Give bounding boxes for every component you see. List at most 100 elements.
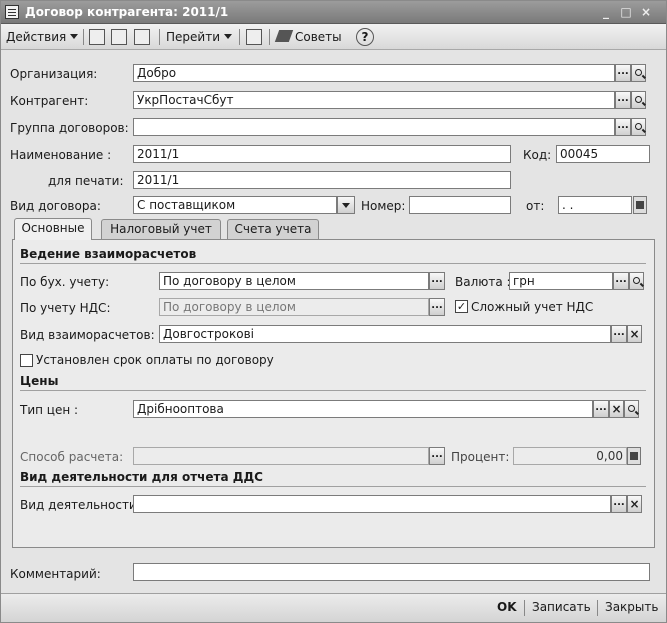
calculator-icon[interactable] <box>627 447 641 465</box>
list-icon[interactable] <box>246 29 262 45</box>
price-type-open-button[interactable] <box>624 400 639 418</box>
accounting-select-button[interactable]: ... <box>429 272 445 290</box>
org-open-button[interactable] <box>631 64 646 82</box>
settlements-section-title: Ведение взаиморасчетов <box>20 247 197 261</box>
footer-separator <box>597 600 598 616</box>
print-preview-icon[interactable] <box>134 29 150 45</box>
toolbar-separator <box>239 29 240 45</box>
window-title: Договор контрагента: 2011/1 <box>25 5 229 19</box>
goto-menu[interactable]: Перейти <box>166 28 232 46</box>
org-select-button[interactable]: ... <box>615 64 631 82</box>
title-bar: Договор контрагента: 2011/1 _ □ × <box>1 1 666 24</box>
settlement-kind-label: Вид взаиморасчетов: <box>20 328 155 342</box>
prices-section-title: Цены <box>20 374 59 388</box>
help-icon[interactable]: ? <box>356 28 374 46</box>
tab-main[interactable]: Основные <box>14 218 92 240</box>
contractor-label: Контрагент: <box>10 94 89 108</box>
footer-separator <box>524 600 525 616</box>
search-icon <box>635 69 642 76</box>
toolbar-separator <box>159 29 160 45</box>
currency-open-button[interactable] <box>629 272 644 290</box>
complex-vat-label: Сложный учет НДС <box>471 300 594 314</box>
number-field[interactable] <box>409 196 511 214</box>
settlement-kind-field[interactable]: Довгострокові <box>159 325 611 343</box>
group-open-button[interactable] <box>631 118 646 136</box>
actions-menu[interactable]: Действия <box>6 28 79 46</box>
calendar-icon[interactable] <box>633 196 647 214</box>
actions-label: Действия <box>6 30 67 44</box>
group-select-button[interactable]: ... <box>615 118 631 136</box>
search-icon <box>635 123 642 130</box>
code-label: Код: <box>523 148 552 162</box>
calc-method-select-button[interactable]: ... <box>429 447 445 465</box>
tips-button[interactable]: Советы <box>274 28 342 46</box>
complex-vat-checkbox[interactable]: ✓ <box>455 300 468 313</box>
accounting-label: По бух. учету: <box>20 275 110 289</box>
maximize-button[interactable]: □ <box>618 5 634 19</box>
refresh-icon[interactable] <box>111 29 127 45</box>
activity-field[interactable] <box>133 495 611 513</box>
comment-field[interactable] <box>133 563 650 581</box>
activity-label: Вид деятельности: <box>20 498 141 512</box>
activity-clear-button[interactable]: × <box>627 495 642 513</box>
contractor-select-button[interactable]: ... <box>615 91 631 109</box>
toolbar: Действия Перейти Советы ? <box>1 24 666 50</box>
settlement-kind-clear-button[interactable]: × <box>627 325 642 343</box>
close-window-button[interactable]: × <box>638 5 654 19</box>
price-type-select-button[interactable]: ... <box>593 400 609 418</box>
tips-label: Советы <box>295 30 342 44</box>
settlement-kind-select-button[interactable]: ... <box>611 325 627 343</box>
search-icon <box>635 96 642 103</box>
number-label: Номер: <box>361 199 406 213</box>
payment-term-label: Установлен срок оплаты по договору <box>36 353 274 367</box>
tab-accounts[interactable]: Счета учета <box>227 219 319 239</box>
contractor-open-button[interactable] <box>631 91 646 109</box>
contract-kind-select[interactable]: С поставщиком <box>133 196 337 214</box>
section-divider <box>20 263 646 264</box>
chevron-down-icon <box>223 34 232 39</box>
chevron-down-icon <box>70 34 79 39</box>
close-icon: × <box>629 497 640 511</box>
name-label: Наименование : <box>10 148 112 162</box>
currency-field[interactable]: грн <box>509 272 613 290</box>
price-type-label: Тип цен : <box>20 403 79 417</box>
calc-method-label: Способ расчета: <box>20 450 124 464</box>
minimize-button[interactable]: _ <box>598 5 614 19</box>
toolbar-separator <box>269 29 270 45</box>
percent-field[interactable]: 0,00 <box>513 447 627 465</box>
save-button[interactable]: Записать <box>532 600 591 614</box>
code-field[interactable]: 00045 <box>556 145 650 163</box>
group-field[interactable] <box>133 118 615 136</box>
close-button[interactable]: Закрыть <box>605 600 658 614</box>
tab-tax[interactable]: Налоговый учет <box>101 219 221 239</box>
vat-select-button[interactable]: ... <box>429 298 445 316</box>
save-close-icon[interactable] <box>89 29 105 45</box>
contractor-field[interactable]: УкрПостачСбут <box>133 91 615 109</box>
activity-select-button[interactable]: ... <box>611 495 627 513</box>
contract-kind-dropdown[interactable] <box>337 196 355 214</box>
contract-window: Договор контрагента: 2011/1 _ □ × Действ… <box>0 0 667 623</box>
org-field[interactable]: Добро <box>133 64 615 82</box>
vat-field[interactable]: По договору в целом <box>159 298 429 316</box>
dds-section-title: Вид деятельности для отчета ДДС <box>20 470 263 484</box>
price-type-clear-button[interactable]: × <box>609 400 624 418</box>
price-type-field[interactable]: Дрібнооптова <box>133 400 593 418</box>
close-icon: × <box>629 327 640 341</box>
close-icon: × <box>611 402 622 416</box>
org-label: Организация: <box>10 67 98 81</box>
footer-bar: OK Записать Закрыть <box>1 593 666 622</box>
print-name-field[interactable]: 2011/1 <box>133 171 511 189</box>
section-divider <box>20 486 646 487</box>
calc-method-field[interactable] <box>133 447 429 465</box>
date-from-label: от: <box>526 199 545 213</box>
search-icon <box>628 405 635 412</box>
toolbar-separator <box>83 29 84 45</box>
accounting-field[interactable]: По договору в целом <box>159 272 429 290</box>
vat-label: По учету НДС: <box>20 301 111 315</box>
ok-button[interactable]: OK <box>497 600 517 614</box>
date-from-field[interactable]: . . <box>558 196 632 214</box>
tips-icon <box>274 30 294 42</box>
payment-term-checkbox[interactable] <box>20 354 33 367</box>
name-field[interactable]: 2011/1 <box>133 145 511 163</box>
currency-select-button[interactable]: ... <box>613 272 629 290</box>
